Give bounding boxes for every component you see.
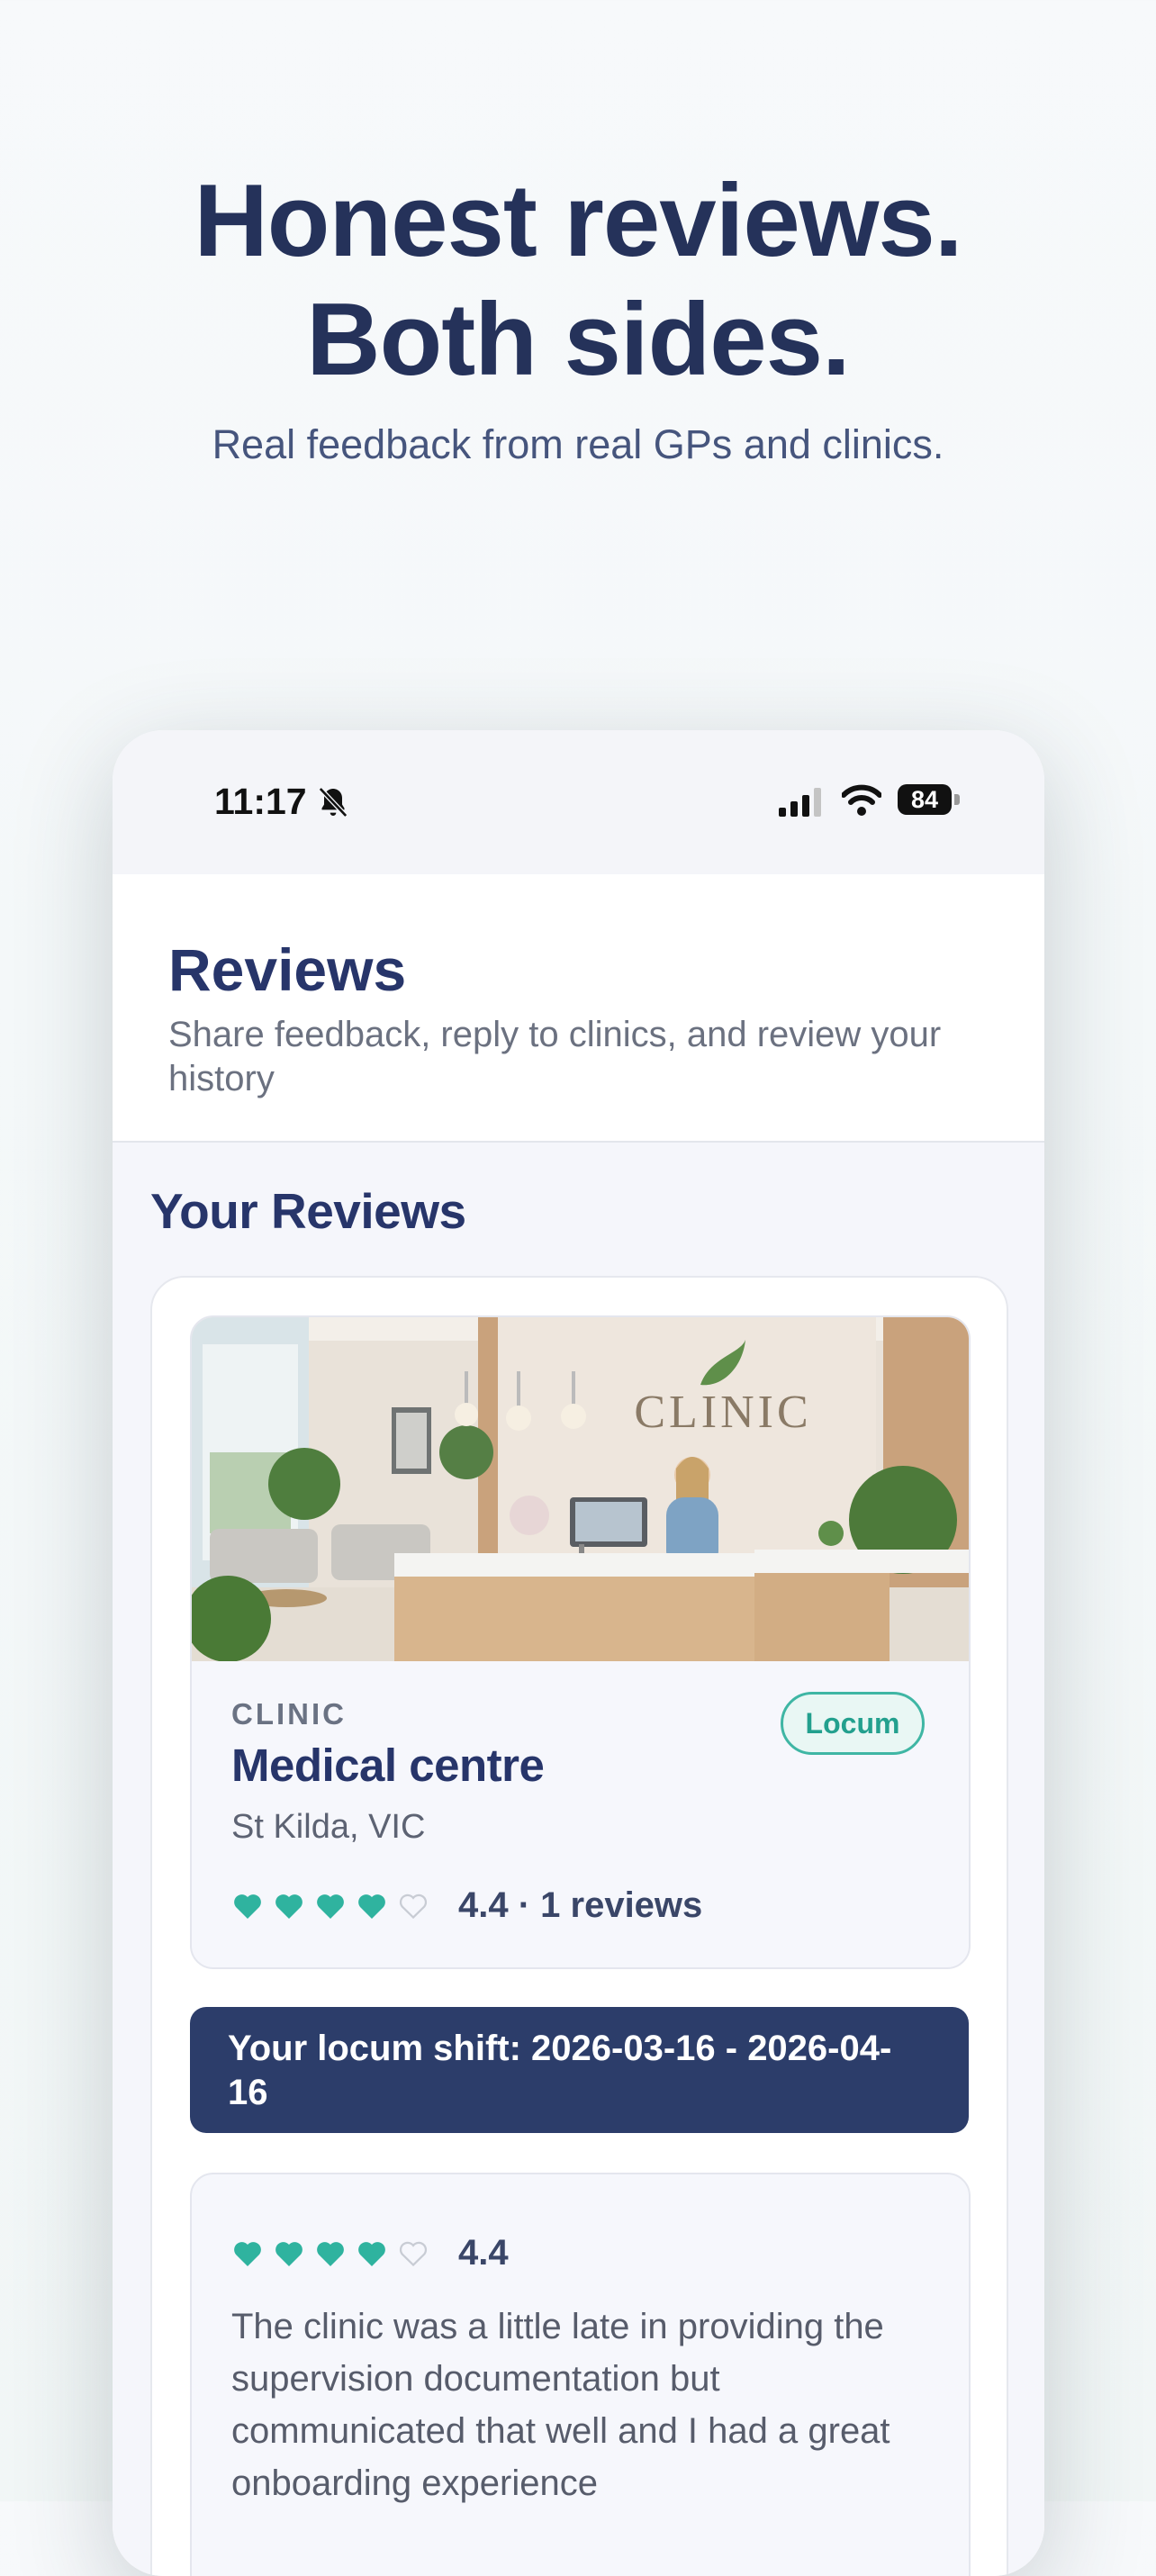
clinic-name: Medical centre <box>231 1740 545 1791</box>
heart-filled-icon <box>317 2242 344 2266</box>
review-rating-text: 4.4 <box>458 2232 509 2273</box>
hero-subtitle: Real feedback from real GPs and clinics. <box>212 421 944 467</box>
page-subtitle: Share feedback, reply to clinics, and re… <box>168 1015 942 1098</box>
hero-title-line1: Honest reviews. <box>194 164 962 278</box>
heart-outline-icon <box>399 1894 428 1920</box>
heart-filled-icon <box>358 2242 385 2266</box>
feedback-card[interactable]: 4.4 The clinic was a little late in prov… <box>190 2173 971 2576</box>
page-title: Reviews <box>168 936 407 1003</box>
battery-nub <box>954 794 960 805</box>
clinic-type-label: CLINIC <box>231 1697 347 1731</box>
wifi-icon <box>842 784 881 816</box>
heart-filled-icon <box>234 1894 261 1919</box>
clinic-card[interactable]: CLINIC CLINIC Medical centre St Kilda, V… <box>190 1315 971 1969</box>
section-title: Your Reviews <box>150 1183 466 1239</box>
clinic-photo: CLINIC <box>192 1317 969 1661</box>
clinic-rating-text: 4.4 · 1 reviews <box>458 1885 703 1925</box>
heart-filled-icon <box>317 1894 344 1919</box>
heart-outline-icon <box>399 2241 428 2267</box>
bell-muted-icon <box>318 787 348 818</box>
reviews-content[interactable]: Your Reviews CLINIC CLINIC Medical centr… <box>113 1143 1044 2576</box>
heart-filled-icon <box>275 2242 303 2266</box>
locum-badge: Locum <box>781 1692 925 1755</box>
page-header: Reviews Share feedback, reply to clinics… <box>113 874 1044 1143</box>
heart-filled-icon <box>275 1894 303 1919</box>
locum-shift-banner: Your locum shift: 2026-03-16 - 2026-04-1… <box>190 2007 969 2133</box>
battery-icon: 84 <box>898 784 962 817</box>
heart-filled-icon <box>234 2242 261 2266</box>
clinic-sign-text: CLINIC <box>634 1387 811 1438</box>
status-time: 11:17 <box>214 781 307 822</box>
review-rating: 4.4 <box>231 2230 509 2275</box>
clinic-rating: 4.4 · 1 reviews <box>231 1883 702 1928</box>
battery-level: 84 <box>898 784 952 815</box>
phone-frame: 11:17 84 Reviews Share feedback, reply t… <box>113 730 1044 2576</box>
hero-title-line2: Both sides. <box>306 283 850 397</box>
review-card: CLINIC CLINIC Medical centre St Kilda, V… <box>150 1276 1008 2576</box>
review-text: The clinic was a little late in providin… <box>231 2307 890 2503</box>
hero-title: Honest reviews. Both sides. <box>0 162 1156 400</box>
clinic-location: St Kilda, VIC <box>231 1808 426 1846</box>
status-bar: 11:17 84 <box>113 730 1044 874</box>
cellular-signal-icon <box>779 788 821 817</box>
heart-filled-icon <box>358 1894 385 1919</box>
